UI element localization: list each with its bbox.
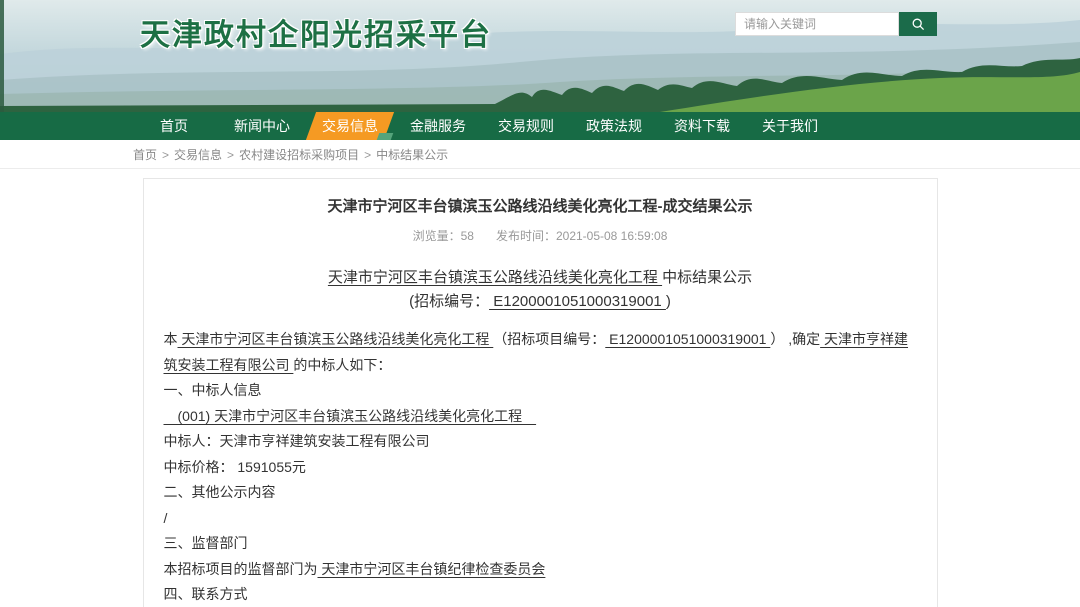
breadcrumb-separator: > <box>227 148 234 162</box>
search-input[interactable] <box>735 12 899 36</box>
nav-item-label: 交易规则 <box>498 118 554 134</box>
nav-item-label: 交易信息 <box>322 118 378 134</box>
nav-item-policy-regulations[interactable]: 政策法规 <box>570 112 658 140</box>
views-count: 58 <box>461 229 474 243</box>
main-nav: 首页 新闻中心 交易信息 金融服务 交易规则 政策法规 资料下载 关于我们 <box>0 112 1080 140</box>
body-line: 中标价格： 1591055元 <box>164 455 917 481</box>
text: 中标人：天津市亨祥建筑安装工程有限公司 <box>164 433 430 449</box>
text: 的中标人如下： <box>293 357 391 373</box>
body-line: 中标人：天津市亨祥建筑安装工程有限公司 <box>164 429 917 455</box>
publish-time-label: 发布时间： <box>496 229 556 243</box>
underlined-text: E1200001051000319001 <box>489 293 666 310</box>
nav-item-trade-info[interactable]: 交易信息 <box>306 112 394 140</box>
underlined-text: 天津市宁河区丰台镇滨玉公路线沿线美化亮化工程 <box>178 331 494 347</box>
breadcrumb-separator: > <box>364 148 371 162</box>
nav-items: 首页 新闻中心 交易信息 金融服务 交易规则 政策法规 资料下载 关于我们 <box>0 112 1080 140</box>
subtitle-line: 天津市宁河区丰台镇滨玉公路线沿线美化亮化工程 中标结果公示 <box>164 266 917 290</box>
article-title: 天津市宁河区丰台镇滨玉公路线沿线美化亮化工程-成交结果公示 <box>164 196 917 218</box>
breadcrumb-item-rural-construction-projects[interactable]: 农村建设招标采购项目 <box>239 148 359 162</box>
body-line: 二、其他公示内容 <box>164 480 917 506</box>
page: 天津政村企阳光招采平台 首页新闻中心交易信息金融服务交易规则政策法规资料下载关于… <box>0 0 1080 607</box>
search-icon <box>910 16 926 32</box>
nav-item-label: 关于我们 <box>762 118 818 134</box>
article-meta: 浏览量：58 发布时间：2021-05-08 16:59:08 <box>164 227 917 244</box>
body-line: 三、监督部门 <box>164 531 917 557</box>
text: ) <box>666 293 671 310</box>
nav-item-financial-services[interactable]: 金融服务 <box>394 112 482 140</box>
publish-time: 2021-05-08 16:59:08 <box>556 229 667 243</box>
text: 二、其他公示内容 <box>164 484 276 500</box>
article-subtitle-block: 天津市宁河区丰台镇滨玉公路线沿线美化亮化工程 中标结果公示(招标编号： E120… <box>164 266 917 314</box>
article-body: 本 天津市宁河区丰台镇滨玉公路线沿线美化亮化工程 （招标项目编号： E12000… <box>164 327 917 607</box>
text: 三、监督部门 <box>164 535 248 551</box>
subtitle-line: (招标编号： E1200001051000319001 ) <box>164 290 917 314</box>
content-card: 天津市宁河区丰台镇滨玉公路线沿线美化亮化工程-成交结果公示 浏览量：58 发布时间… <box>143 178 938 607</box>
views-label: 浏览量： <box>413 229 461 243</box>
body-line: (001) 天津市宁河区丰台镇滨玉公路线沿线美化亮化工程 <box>164 404 917 430</box>
nav-item-trade-rules[interactable]: 交易规则 <box>482 112 570 140</box>
nav-item-news-center[interactable]: 新闻中心 <box>218 112 306 140</box>
nav-item-label: 资料下载 <box>674 118 730 134</box>
nav-item-label: 金融服务 <box>410 118 466 134</box>
underlined-text: 天津市宁河区丰台镇滨玉公路线沿线美化亮化工程 <box>328 269 662 286</box>
body-line: 本招标项目的监督部门为 天津市宁河区丰台镇纪律检查委员会 <box>164 557 917 583</box>
underlined-text: 天津市宁河区丰台镇纪律检查委员会 <box>318 561 546 577</box>
breadcrumb-item-home[interactable]: 首页 <box>133 148 157 162</box>
breadcrumb-item-trade-info[interactable]: 交易信息 <box>174 148 222 162</box>
text: 四、联系方式 <box>164 586 248 602</box>
breadcrumb-separator: > <box>162 148 169 162</box>
search-button[interactable] <box>899 12 937 36</box>
search-bar <box>735 12 937 36</box>
text: 本 <box>164 331 178 347</box>
body-line: 本 天津市宁河区丰台镇滨玉公路线沿线美化亮化工程 （招标项目编号： E12000… <box>164 327 917 378</box>
nav-item-home[interactable]: 首页 <box>130 112 218 140</box>
nav-item-label: 首页 <box>160 118 188 134</box>
text: (招标编号： <box>409 293 489 310</box>
underlined-text: E1200001051000319001 <box>605 331 770 347</box>
nav-item-label: 新闻中心 <box>234 118 290 134</box>
body-line: 四、联系方式 <box>164 582 917 607</box>
text: ） ,确定 <box>770 331 820 347</box>
nav-item-about-us[interactable]: 关于我们 <box>746 112 834 140</box>
nav-item-downloads[interactable]: 资料下载 <box>658 112 746 140</box>
breadcrumb-row: 首页 > 交易信息 > 农村建设招标采购项目 > 中标结果公示 <box>0 140 1080 169</box>
text: 一、中标人信息 <box>164 382 262 398</box>
underlined-text: (001) 天津市宁河区丰台镇滨玉公路线沿线美化亮化工程 <box>164 408 537 424</box>
site-banner: 天津政村企阳光招采平台 <box>0 0 1080 112</box>
body-line: / <box>164 506 917 532</box>
breadcrumb-item-award-results[interactable]: 中标结果公示 <box>376 148 448 162</box>
text: / <box>164 510 168 526</box>
breadcrumb: 首页 > 交易信息 > 农村建设招标采购项目 > 中标结果公示 <box>0 140 1080 168</box>
site-title: 天津政村企阳光招采平台 <box>140 10 492 54</box>
text: 本招标项目的监督部门为 <box>164 561 318 577</box>
text: （招标项目编号： <box>493 331 605 347</box>
text: 中标价格： 1591055元 <box>164 459 306 475</box>
text: 中标结果公示 <box>662 269 752 286</box>
nav-item-label: 政策法规 <box>586 118 642 134</box>
body-line: 一、中标人信息 <box>164 378 917 404</box>
